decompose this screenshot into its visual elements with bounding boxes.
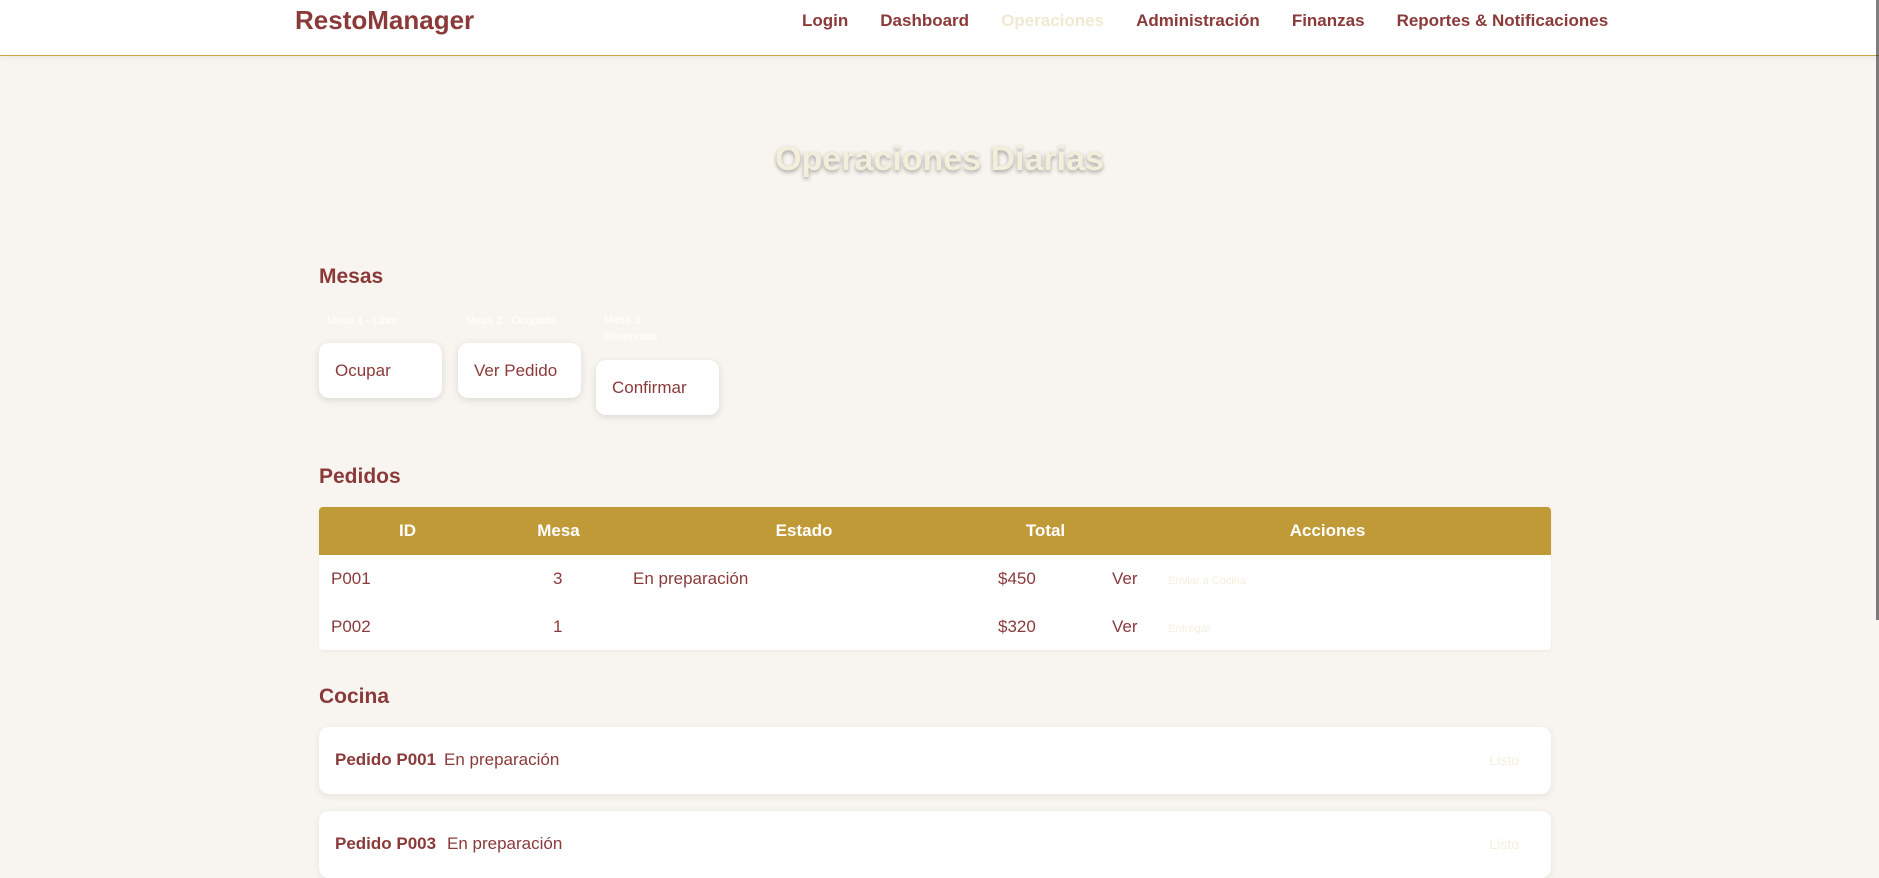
table-header-row: ID Mesa Estado Total Acciones [319, 507, 1551, 555]
pedido-id: P002 [331, 617, 371, 636]
nav-finanzas[interactable]: Finanzas [1292, 11, 1365, 31]
column-header: ID [399, 521, 416, 540]
kitchen-order-status: En preparación [444, 750, 560, 769]
nav-administracion[interactable]: Administración [1136, 11, 1260, 31]
top-navbar: RestoManager Login Dashboard Operaciones… [0, 0, 1879, 56]
cocina-heading: Cocina [319, 685, 390, 708]
pedido-mesa: 1 [553, 617, 563, 636]
nav-dashboard[interactable]: Dashboard [880, 11, 969, 31]
page-title: Operaciones Diarias [775, 140, 1104, 178]
table-row: P001 3 En preparación $450 Ver Enviar a … [319, 555, 1551, 603]
kitchen-order-status: En preparación [447, 834, 563, 853]
pedidos-heading: Pedidos [319, 465, 401, 488]
main-nav: Login Dashboard Operaciones Administraci… [802, 11, 1608, 31]
enviar-cocina-button[interactable]: Enviar a Cocina [1168, 575, 1246, 587]
pedido-actions: Ver Entregar [1104, 603, 1551, 650]
ver-pedido-button[interactable]: Ver Pedido [458, 343, 581, 398]
kitchen-order-card: Pedido P001 En preparación Listo [319, 727, 1551, 794]
ver-button[interactable]: Ver [1112, 569, 1138, 588]
pedido-actions: Ver Enviar a Cocina [1104, 555, 1551, 603]
pedido-estado [621, 603, 987, 650]
column-header: Estado [775, 521, 833, 540]
nav-reportes[interactable]: Reportes & Notificaciones [1397, 11, 1609, 31]
nav-operaciones[interactable]: Operaciones [1001, 11, 1104, 31]
listo-button[interactable]: Listo [1489, 836, 1519, 852]
pedido-mesa: 3 [553, 569, 563, 588]
mesa-label: Mesa 2 - Ocupada [466, 315, 557, 327]
kitchen-order-title: Pedido P001 [335, 750, 437, 769]
mesas-heading: Mesas [319, 265, 384, 288]
pedido-id: P001 [331, 569, 371, 588]
table-row: P002 1 $320 Ver Entregar [319, 603, 1551, 650]
column-header: Total [1025, 521, 1066, 540]
brand-logo[interactable]: RestoManager [295, 5, 474, 36]
column-header: Mesa [537, 521, 580, 540]
pedido-total: $320 [998, 617, 1036, 636]
confirmar-button[interactable]: Confirmar [596, 360, 719, 415]
pedido-total: $450 [998, 569, 1036, 588]
mesa-label: Mesa 3 - Reservada [604, 314, 658, 343]
ver-button[interactable]: Ver [1112, 617, 1138, 636]
entregar-button[interactable]: Entregar [1168, 623, 1210, 635]
listo-button[interactable]: Listo [1489, 752, 1519, 768]
pedidos-table: ID Mesa Estado Total Acciones P001 3 En … [319, 507, 1551, 650]
kitchen-order-card: Pedido P003 En preparación Listo [319, 811, 1551, 878]
pedido-estado: En preparación [633, 569, 749, 588]
column-header: Acciones [1289, 521, 1366, 540]
ocupar-button[interactable]: Ocupar [319, 343, 442, 398]
mesa-label: Mesa 1 - Libre [327, 315, 398, 327]
kitchen-order-title: Pedido P003 [335, 834, 437, 853]
nav-login[interactable]: Login [802, 11, 848, 31]
